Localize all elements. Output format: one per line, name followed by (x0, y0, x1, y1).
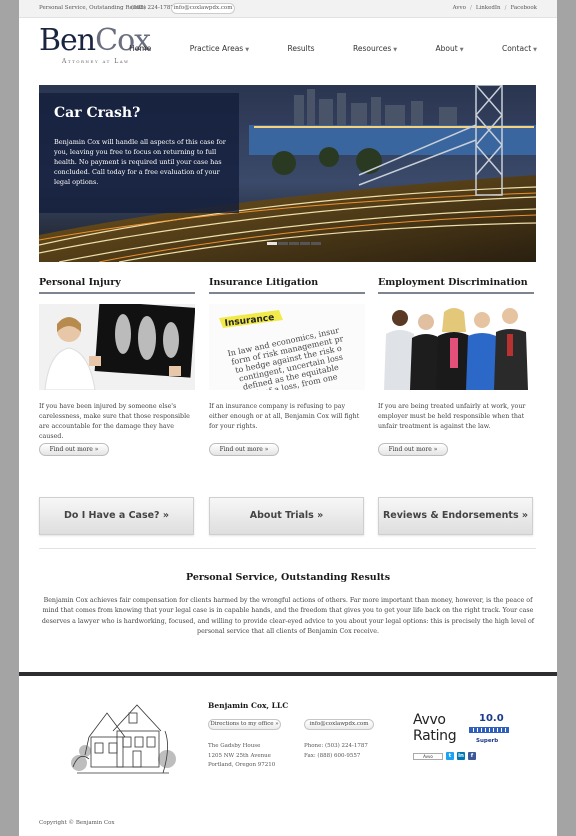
avvo-word: Avvo (413, 712, 446, 728)
footer-phone[interactable]: Phone: (503) 224-1787 (304, 742, 368, 752)
slider-dot[interactable] (278, 242, 288, 245)
do-i-have-a-case-button[interactable]: Do I Have a Case? » (39, 497, 194, 535)
slider-dots (267, 242, 321, 245)
twitter-icon[interactable]: t (446, 752, 454, 760)
nav-home[interactable]: Home (111, 44, 151, 53)
footer-social-icons: Avvo t in f (413, 752, 476, 760)
slider-dot[interactable] (311, 242, 321, 245)
facebook-icon[interactable]: f (468, 752, 476, 760)
mission-text: Benjamin Cox achieves fair compensation … (41, 597, 535, 635)
practice-employment-discrimination: Employment Discrimination If you are bei… (378, 277, 534, 432)
top-link-facebook[interactable]: Facebook (510, 5, 537, 11)
hero-title: Car Crash? (54, 105, 141, 121)
avvo-score-bar (469, 727, 509, 733)
directions-button[interactable]: Directions to my office » (208, 719, 281, 730)
nav-about[interactable]: About ▼ (418, 44, 464, 53)
logo-first: Ben (39, 23, 96, 58)
find-out-more-button[interactable]: Find out more » (209, 443, 279, 456)
top-email-link[interactable]: info@coxlawpdx.com (171, 3, 235, 14)
hero-text: Benjamin Cox will handle all aspects of … (54, 138, 226, 186)
insurance-text-image: Insurance In law and economics, insur fo… (209, 304, 365, 390)
practice-title[interactable]: Employment Discrimination (378, 277, 534, 294)
practice-text: If an insurance company is refusing to p… (209, 403, 360, 430)
avvo-rating-word: Rating (413, 728, 457, 744)
chevron-down-icon: ▼ (533, 47, 537, 53)
avvo-label: Superb (476, 738, 499, 744)
office-house-illustration (71, 704, 176, 774)
top-bar: Personal Service, Outstanding Results (5… (19, 0, 557, 18)
top-link-avvo[interactable]: Avvo (453, 5, 466, 11)
practice-personal-injury: Personal Injury If you have been injured… (39, 277, 195, 442)
copyright-name[interactable]: Benjamin Cox (76, 820, 115, 826)
hero-slider[interactable]: Car Crash? Benjamin Cox will handle all … (39, 85, 536, 262)
footer-phones: Phone: (503) 224-1787 Fax: (888) 600-955… (304, 742, 368, 761)
mission-title: Personal Service, Outstanding Results (185, 572, 391, 583)
linkedin-icon[interactable]: in (457, 752, 465, 760)
practice-title[interactable]: Personal Injury (39, 277, 195, 294)
main-nav: Home Practice Areas ▼ Results Resources ▼ … (93, 44, 537, 53)
footer-email-link[interactable]: info@coxlawpdx.com (304, 719, 374, 730)
business-people-image (378, 304, 534, 390)
footer-address: The Gadsby House 1205 NW 25th Avenue Por… (208, 743, 276, 768)
about-trials-button[interactable]: About Trials » (209, 497, 364, 535)
practice-title[interactable]: Insurance Litigation (209, 277, 365, 294)
copyright: Copyright © Benjamin Cox (39, 820, 115, 826)
slider-dot[interactable] (300, 242, 310, 245)
xray-doctor-image (39, 304, 195, 390)
chevron-down-icon: ▼ (393, 47, 398, 53)
footer-firm-name: Benjamin Cox, LLC (208, 701, 289, 710)
nav-results[interactable]: Results (269, 44, 314, 53)
page: Personal Service, Outstanding Results (5… (19, 0, 557, 836)
avvo-icon[interactable]: Avvo (413, 752, 443, 760)
top-link-linkedin[interactable]: LinkedIn (476, 5, 501, 11)
nav-practice-areas[interactable]: Practice Areas ▼ (172, 44, 249, 53)
footer-fax: Fax: (888) 600-9557 (304, 752, 361, 759)
practice-text: If you are being treated unfairly at wor… (378, 403, 526, 430)
find-out-more-button[interactable]: Find out more » (39, 443, 109, 456)
slider-dot[interactable] (289, 242, 299, 245)
top-phone[interactable]: (503) 224-1787 (131, 5, 174, 11)
find-out-more-button[interactable]: Find out more » (378, 443, 448, 456)
hero-caption-box: Car Crash? Benjamin Cox will handle all … (39, 93, 239, 213)
top-tagline: Personal Service, Outstanding Results (39, 5, 146, 11)
logo-subtitle: Attorney at Law (62, 58, 130, 65)
reviews-endorsements-button[interactable]: Reviews & Endorsements » (378, 497, 533, 535)
nav-contact[interactable]: Contact ▼ (484, 44, 537, 53)
top-links: Avvo / LinkedIn / Facebook (452, 5, 537, 11)
divider (39, 548, 536, 549)
nav-resources[interactable]: Resources ▼ (335, 44, 397, 53)
practice-insurance-litigation: Insurance Litigation Insurance In law an… (209, 277, 365, 432)
slider-dot[interactable] (267, 242, 277, 245)
chevron-down-icon: ▼ (245, 47, 250, 53)
practice-text: If you have been injured by someone else… (39, 403, 190, 440)
footer-divider (19, 672, 557, 676)
chevron-down-icon: ▼ (459, 47, 464, 53)
avvo-score: 10.0 (479, 713, 504, 724)
